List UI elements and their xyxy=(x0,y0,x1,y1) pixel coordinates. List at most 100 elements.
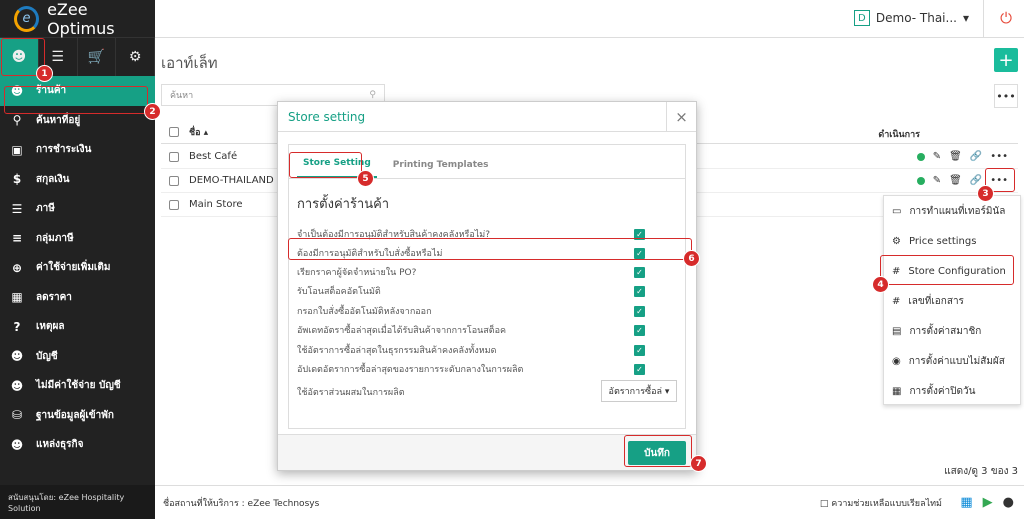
sidebar-item-tax[interactable]: ☰ ภาษี xyxy=(0,194,155,224)
highlight-box xyxy=(880,255,1014,285)
option-label: อัปเดตอัตราการซื้อล่าสุดของรายการระดับกล… xyxy=(297,365,524,375)
option-checkbox[interactable]: ✓ xyxy=(634,266,645,278)
id-card-icon: ▤ xyxy=(892,325,902,337)
menu-item-label: เลขที่เอกสาร xyxy=(908,295,964,307)
row-checkbox[interactable] xyxy=(169,199,179,210)
sidebar-item-label: การชำระเงิน xyxy=(36,144,92,156)
sidebar-item-guest-db[interactable]: ⛁ ฐานข้อมูลผู้เข้าพัก xyxy=(0,401,155,431)
menu-item-price-settings[interactable]: ⚙ Price settings xyxy=(884,226,1020,256)
menu-item-contactless[interactable]: ◉ การตั้งค่าแบบไม่สัมผัส xyxy=(884,346,1020,376)
more-options-button[interactable]: ••• xyxy=(994,84,1018,108)
option-checkbox[interactable]: ✓ xyxy=(634,285,645,297)
calendar-icon: ▦ xyxy=(892,385,902,397)
menu-item-document-number[interactable]: # เลขที่เอกสาร xyxy=(884,286,1020,316)
edit-icon[interactable]: ✎ xyxy=(933,151,941,162)
play-store-icon[interactable]: ▶ xyxy=(983,495,993,510)
highlight-box xyxy=(288,238,692,260)
sidebar-item-tax-group[interactable]: ≡ กลุ่มภาษี xyxy=(0,224,155,254)
step-badge: 1 xyxy=(36,65,53,82)
sidebar-item-currency[interactable]: $ สกุลเงิน xyxy=(0,165,155,195)
sidebar-item-label: ค่าใช้จ่ายเพิ่มเติม xyxy=(36,262,111,274)
plus-icon: ⊕ xyxy=(11,260,23,275)
database-icon: ⛁ xyxy=(11,408,23,423)
trash-icon[interactable]: 🗑 xyxy=(949,175,962,186)
pagination-info: แสดง/ดู 3 ของ 3 xyxy=(944,466,1018,477)
sidebar-item-label: ภาษี xyxy=(36,203,55,215)
apple-icon[interactable]: ● xyxy=(1003,495,1014,510)
sidebar-item-reason[interactable]: ? เหตุผล xyxy=(0,312,155,342)
row-actions-dropdown: ▭ การทำแผนที่เทอร์มินัล ⚙ Price settings #… xyxy=(883,195,1021,405)
footer: ชื่อสถานที่ให้บริการ : eZee Technosys □ … xyxy=(155,485,1024,519)
sidebar-item-business-source[interactable]: ☻ แหล่งธุรกิจ xyxy=(0,430,155,460)
card-icon: ▣ xyxy=(11,142,23,157)
step-badge: 6 xyxy=(683,250,700,267)
cart-icon[interactable]: 🛒 xyxy=(78,38,117,76)
gear-icon: ⚙ xyxy=(892,235,901,247)
column-name[interactable]: ชื่อ ▴ xyxy=(189,125,208,139)
modal-title: Store setting xyxy=(288,109,366,124)
option-label: รับโอนสต็อคอัตโนมัติ xyxy=(297,287,381,297)
row-more-button[interactable]: ••• xyxy=(990,151,1008,162)
windows-icon[interactable]: ▦ xyxy=(960,495,972,510)
dollar-icon: $ xyxy=(12,172,22,187)
sidebar-item-discount[interactable]: ▦ ลดราคา xyxy=(0,283,155,313)
power-icon[interactable]: ⏻ xyxy=(1000,9,1012,27)
option-label: อัพเดทอัตราซื้อล่าสุดเมื่อได้รับสินค้าจา… xyxy=(297,326,507,336)
option-checkbox[interactable]: ✓ xyxy=(634,324,645,336)
sidebar-item-account[interactable]: ☻ บัญชี xyxy=(0,342,155,372)
option-checkbox[interactable]: ✓ xyxy=(634,363,645,375)
status-dot xyxy=(916,152,925,161)
sidebar-item-payment[interactable]: ▣ การชำระเงิน xyxy=(0,135,155,165)
row-name: Best Café xyxy=(189,151,238,162)
service-name: ชื่อสถานที่ให้บริการ : eZee Technosys xyxy=(163,498,320,509)
list-icon: ☰ xyxy=(11,201,23,216)
user-icon: ☻ xyxy=(10,349,24,364)
edit-icon[interactable]: ✎ xyxy=(933,175,941,186)
sidebar-item-label: ค้นหาที่อยู่ xyxy=(36,114,81,126)
sidebar-item-extra-charges[interactable]: ⊕ ค่าใช้จ่ายเพิ่มเติม xyxy=(0,253,155,283)
menu-item-membership[interactable]: ▤ การตั้งค่าสมาชิก xyxy=(884,316,1020,346)
gear-icon[interactable]: ⚙ xyxy=(116,38,155,76)
brand-name: eZee Optimus xyxy=(47,0,115,38)
help-label: ความช่วยเหลือแบบเรียลไทม์ xyxy=(831,498,942,509)
highlight-box xyxy=(289,152,362,178)
sidebar-item-free-account[interactable]: ☻ ไม่มีค่าใช้จ่าย บัญชี xyxy=(0,371,155,401)
hash-icon: # xyxy=(892,295,901,307)
add-button[interactable]: + xyxy=(994,48,1018,72)
row-actions: ✎ 🗑 🔗 ••• xyxy=(916,151,1008,162)
chat-icon: □ xyxy=(819,498,829,509)
menu-item-terminal-mapping[interactable]: ▭ การทำแผนที่เทอร์มินัล xyxy=(884,196,1020,226)
trash-icon[interactable]: 🗑 xyxy=(949,151,962,162)
tab-printing-templates[interactable]: Printing Templates xyxy=(387,160,495,178)
row-checkbox[interactable] xyxy=(169,151,179,162)
option-row: อัพเดทอัตราซื้อล่าสุดเมื่อได้รับสินค้าจา… xyxy=(297,321,645,339)
row-checkbox[interactable] xyxy=(169,175,179,186)
menu-item-label: การตั้งค่าสมาชิก xyxy=(909,325,982,337)
question-icon: ? xyxy=(13,319,21,334)
close-icon[interactable]: × xyxy=(666,102,696,132)
ratio-select[interactable]: อัตราการซื้อล่ ▾ xyxy=(601,380,677,402)
select-all-checkbox[interactable] xyxy=(169,126,179,137)
menu-item-label: การทำแผนที่เทอร์มินัล xyxy=(909,205,1006,217)
column-actions: ดำเนินการ xyxy=(878,130,920,140)
property-name: Demo- Thai... xyxy=(875,11,957,25)
link-icon[interactable]: 🔗 xyxy=(970,151,982,162)
option-row: ใช้อัตราการซื้อล่าสุดในธุรกรรมสินค้าคงคล… xyxy=(297,341,645,359)
property-selector[interactable]: D Demo- Thai... ▾ xyxy=(853,10,969,26)
logo: e eZee Optimus xyxy=(0,0,155,38)
menu-item-day-close[interactable]: ▦ การตั้งค่าปิดวัน xyxy=(884,376,1020,406)
menu-item-label: การตั้งค่าแบบไม่สัมผัส xyxy=(908,355,1005,367)
search-placeholder: ค้นหา xyxy=(170,91,194,101)
option-checkbox[interactable]: ✓ xyxy=(634,305,645,317)
live-help-link[interactable]: □ ความช่วยเหลือแบบเรียลไทม์ xyxy=(820,496,942,510)
row-name: Main Store xyxy=(189,199,243,210)
step-badge: 2 xyxy=(144,103,161,120)
step-badge: 7 xyxy=(690,455,707,472)
chevron-down-icon: ▾ xyxy=(962,11,969,25)
link-icon[interactable]: 🔗 xyxy=(970,175,982,186)
page-title: เอาท์เล็ท xyxy=(161,54,218,72)
sidebar-item-label: กลุ่มภาษี xyxy=(36,232,74,244)
gift-icon: ▦ xyxy=(11,290,23,305)
option-checkbox[interactable]: ✓ xyxy=(634,344,645,356)
users-icon: ☻ xyxy=(10,437,24,452)
